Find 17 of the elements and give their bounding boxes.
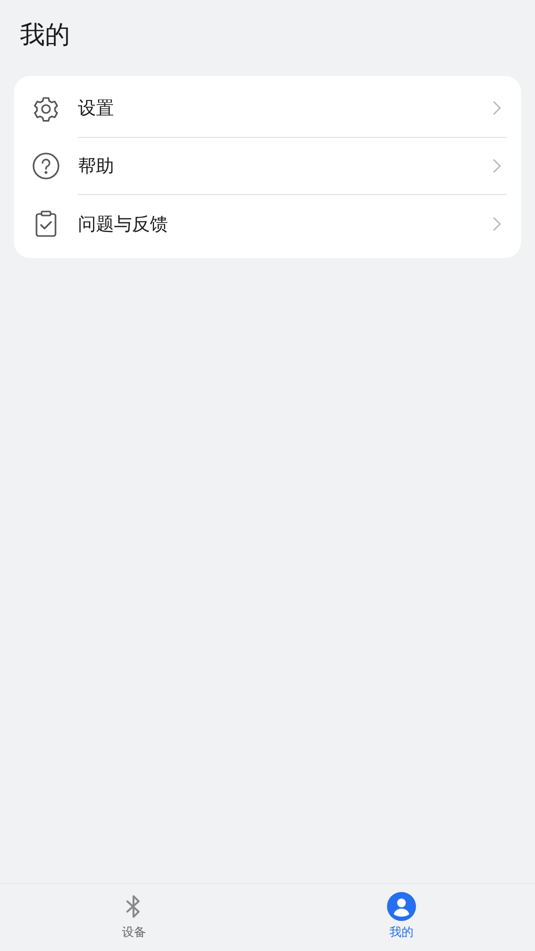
- menu-item[interactable]: 设置: [32, 80, 507, 138]
- menu-item[interactable]: 帮助: [32, 138, 507, 195]
- menu-label: 设置: [78, 97, 114, 120]
- gear-icon: [32, 94, 60, 123]
- chevron-right-icon: [493, 216, 501, 232]
- page-title: 我的: [19, 19, 71, 51]
- menu-item[interactable]: 问题与反馈: [32, 195, 507, 252]
- tab-label: 我的: [389, 924, 414, 941]
- chevron-right-icon: [493, 100, 501, 116]
- menu-label: 问题与反馈: [78, 212, 168, 236]
- menu-label: 帮助: [78, 154, 114, 178]
- help-icon: [32, 152, 60, 180]
- person-icon: [386, 892, 416, 921]
- tab-item[interactable]: 设备: [0, 884, 268, 951]
- tab-label: 设备: [122, 924, 146, 941]
- chevron-right-icon: [493, 158, 501, 174]
- tab-item[interactable]: 我的: [268, 884, 535, 951]
